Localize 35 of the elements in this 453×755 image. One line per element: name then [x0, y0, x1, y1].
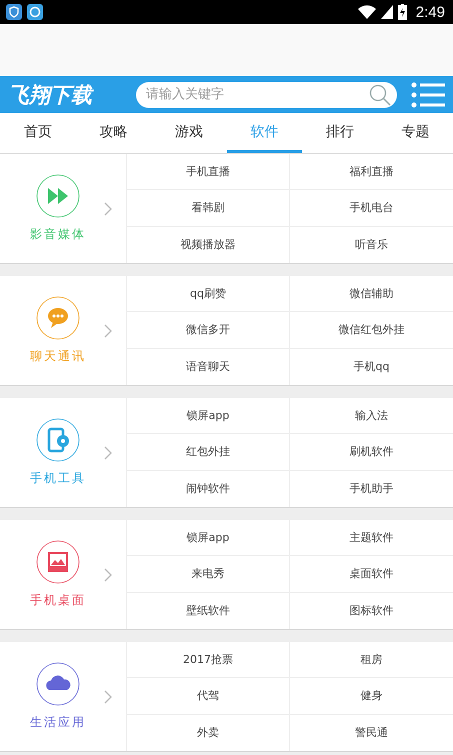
nav-tab[interactable]: 排行 — [302, 113, 378, 153]
subcategory-link[interactable]: 看韩剧 — [127, 190, 290, 227]
wifi-icon — [358, 5, 376, 19]
category-title: 聊天通讯 — [30, 348, 86, 365]
category-title: 手机桌面 — [30, 592, 86, 609]
chevron-icon — [104, 446, 112, 460]
subcategory-link[interactable]: 2017抢票 — [127, 642, 290, 678]
signal-icon — [380, 5, 393, 19]
subcategory-link[interactable]: 手机直播 — [127, 154, 290, 190]
clock-time: 2:49 — [416, 4, 445, 20]
nav-tab[interactable]: 攻略 — [76, 113, 151, 153]
subcategory-link[interactable]: 红包外挂 — [127, 434, 290, 471]
nav-tab[interactable]: 专题 — [378, 113, 453, 153]
shield-icon — [6, 4, 22, 20]
category-link[interactable]: 手机桌面 — [0, 520, 127, 629]
chevron-icon — [104, 568, 112, 582]
battery-icon — [398, 4, 407, 20]
chevron-icon — [104, 690, 112, 704]
chevron-icon — [104, 202, 112, 216]
subcategory-link[interactable]: 锁屏app — [127, 398, 290, 434]
nav-tab[interactable]: 游戏 — [151, 113, 226, 153]
chevron-icon — [104, 324, 112, 338]
category-title: 手机工具 — [30, 470, 86, 487]
search-field[interactable]: 请输入关键字 — [136, 82, 397, 108]
subcategory-link[interactable]: 代驾 — [127, 678, 290, 715]
category-title: 影音媒体 — [30, 226, 86, 243]
category-title: 生活应用 — [30, 714, 86, 731]
search-icon[interactable] — [369, 84, 391, 106]
category-link[interactable]: 生活应用 — [0, 642, 127, 751]
subcategory-link[interactable]: 来电秀 — [127, 556, 290, 593]
subcategory-link[interactable]: 锁屏app — [127, 520, 290, 556]
menu-icon[interactable] — [411, 82, 445, 108]
subcategory-link[interactable]: 微信多开 — [127, 312, 290, 349]
subcategory-link[interactable]: qq刷赞 — [127, 276, 290, 312]
nav-tab[interactable]: 首页 — [0, 113, 76, 153]
